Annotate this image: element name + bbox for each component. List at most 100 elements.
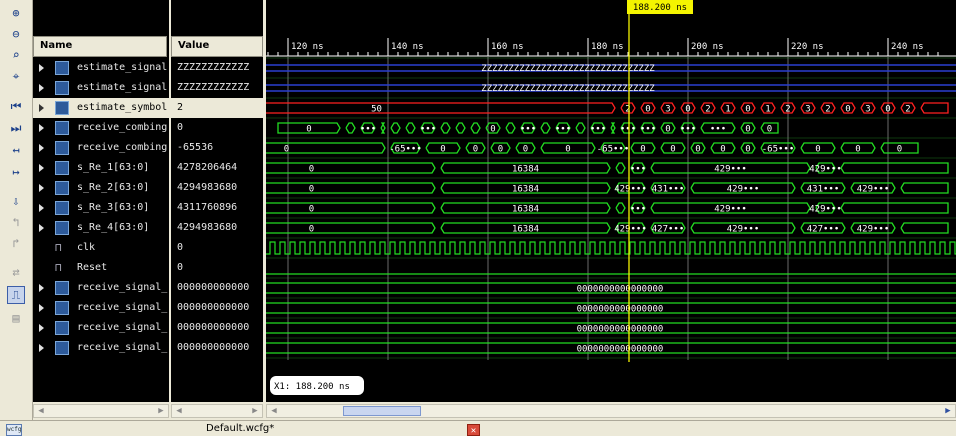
signal-row[interactable]: s_Re_2[63:0] (33, 178, 169, 198)
signal-value: 000000000000 (177, 342, 250, 353)
signal-row[interactable]: estimate_signal (33, 58, 169, 78)
expand-arrow-icon[interactable] (39, 324, 44, 332)
scroll-right-icon[interactable]: ▶ (249, 406, 261, 417)
signal-value: 4278206464 (177, 162, 238, 173)
expand-arrow-icon[interactable] (39, 304, 44, 312)
toolbar: ⊕ ⊖ ⌕ ⌖ ⏮ ⏭ ↤ ↦ ⇩ ↰ ↱ ⇄ ⎍ ▤ (0, 0, 33, 422)
signal-value-row[interactable]: 000000000000 (171, 318, 263, 338)
signal-value-row[interactable]: 4311760896 (171, 198, 263, 218)
bus-value-label: 0 (440, 145, 445, 155)
expand-arrow-icon[interactable] (39, 124, 44, 132)
signal-row[interactable]: ⊓ clk (33, 238, 169, 258)
swap-cursor-icon[interactable]: ⇄ (7, 263, 25, 281)
bus-value-label: 50 (371, 105, 382, 115)
bus-value-label: 0 (473, 145, 478, 155)
value-column-header[interactable]: Value (171, 36, 263, 57)
signal-name: Reset (77, 262, 108, 273)
go-to-end-icon[interactable]: ⏭ (7, 119, 25, 137)
close-tab-icon[interactable]: ✕ (467, 424, 480, 436)
signal-row[interactable]: receive_signal_ (33, 298, 169, 318)
zoom-fit-icon[interactable]: ⌕ (7, 46, 25, 64)
signal-row[interactable]: estimate_signal (33, 78, 169, 98)
signal-row[interactable]: s_Re_3[63:0] (33, 198, 169, 218)
signal-value-row[interactable]: 2 (171, 98, 263, 118)
signal-row[interactable]: receive_combing (33, 138, 169, 158)
signal-row[interactable]: s_Re_1[63:0] (33, 158, 169, 178)
signal-name: estimate_signal (77, 62, 168, 73)
value-scrollbar[interactable]: ◀ ▶ (171, 404, 263, 418)
floating-ruler-icon[interactable]: ▤ (7, 309, 25, 327)
signal-value: 0 (177, 262, 184, 273)
signal-value-row[interactable]: 000000000000 (171, 278, 263, 298)
expand-arrow-icon[interactable] (39, 284, 44, 292)
zoom-full-icon[interactable]: ⌖ (7, 67, 25, 85)
scroll-left-icon[interactable]: ◀ (268, 406, 280, 417)
scroll-right-icon[interactable]: ▶ (155, 406, 167, 417)
bit-icon: ⊓ (55, 261, 62, 274)
bus-segment (187, 222, 436, 234)
signal-value-row[interactable]: 0 (171, 258, 263, 278)
signal-value-row[interactable]: 000000000000 (171, 298, 263, 318)
signal-value-row[interactable]: 4278206464 (171, 158, 263, 178)
waveform-panel[interactable]: 120 ns 140 ns 160 ns 180 ns 200 ns 220 ns 240 … (137, 0, 956, 402)
scroll-left-icon[interactable]: ◀ (35, 406, 47, 417)
previous-marker-icon[interactable]: ↰ (7, 213, 25, 231)
waveform-scrollbar[interactable]: ◀ ▶ (266, 404, 956, 418)
zoom-in-icon[interactable]: ⊕ (7, 4, 25, 22)
scroll-left-icon[interactable]: ◀ (173, 406, 185, 417)
bus-value-label: -65••• (389, 145, 422, 155)
signal-name: estimate_symbol (77, 102, 168, 113)
bus-value-label: 0 (309, 225, 314, 235)
bus-value-label: 0 (640, 145, 645, 155)
bus-segment (380, 122, 386, 134)
signal-row[interactable]: receive_combing (33, 118, 169, 138)
signal-row[interactable]: s_Re_4[63:0] (33, 218, 169, 238)
add-marker-icon[interactable]: ⇩ (7, 192, 25, 210)
signal-row[interactable]: receive_signal_ (33, 278, 169, 298)
bus-segment (470, 122, 481, 134)
tab-title[interactable]: Default.wcfg* (206, 423, 274, 434)
signal-row[interactable]: receive_signal_ (33, 318, 169, 338)
signal-value-row[interactable]: ZZZZZZZZZZZZ (171, 58, 263, 78)
signal-value-row[interactable]: 000000000000 (171, 338, 263, 358)
signal-value-row[interactable]: -65536 (171, 138, 263, 158)
bus-value-label: 0 (665, 125, 670, 135)
signal-row[interactable]: estimate_symbol (33, 98, 169, 118)
bus-value-label: ••• (680, 125, 696, 135)
name-scrollbar[interactable]: ◀ ▶ (33, 404, 169, 418)
expand-arrow-icon[interactable] (39, 344, 44, 352)
bit-icon: ⊓ (55, 241, 62, 254)
bus-value-label: 0 (897, 145, 902, 155)
signal-row[interactable]: ⊓ Reset (33, 258, 169, 278)
signal-value: 000000000000 (177, 302, 250, 313)
scrollbar-thumb[interactable] (343, 406, 421, 416)
next-marker-icon[interactable]: ↱ (7, 234, 25, 252)
bus-value-label: 0 (645, 105, 650, 115)
expand-arrow-icon[interactable] (39, 224, 44, 232)
signal-value-row[interactable]: 4294983680 (171, 178, 263, 198)
scroll-right-icon[interactable]: ▶ (942, 406, 954, 417)
bus-value-label: -65••• (762, 145, 795, 155)
bus-value-label: 16384 (512, 205, 539, 215)
previous-transition-icon[interactable]: ↤ (7, 141, 25, 159)
expand-arrow-icon[interactable] (39, 184, 44, 192)
signal-row[interactable]: receive_signal_ (33, 338, 169, 358)
name-column-header[interactable]: Name (33, 36, 167, 57)
signal-value-row[interactable]: 0 (171, 238, 263, 258)
expand-arrow-icon[interactable] (39, 204, 44, 212)
zoom-out-icon[interactable]: ⊖ (7, 25, 25, 43)
next-transition-icon[interactable]: ↦ (7, 163, 25, 181)
expand-arrow-icon[interactable] (39, 144, 44, 152)
expand-arrow-icon[interactable] (39, 84, 44, 92)
expand-arrow-icon[interactable] (39, 64, 44, 72)
expand-arrow-icon[interactable] (39, 104, 44, 112)
snap-transition-icon[interactable]: ⎍ (7, 286, 25, 304)
signal-value-row[interactable]: ZZZZZZZZZZZZ (171, 78, 263, 98)
signal-value-row[interactable]: 4294983680 (171, 218, 263, 238)
signal-value: 4294983680 (177, 182, 238, 193)
waveform-canvas[interactable]: 120 ns 140 ns 160 ns 180 ns 200 ns 220 ns 240 … (137, 0, 956, 402)
bus-icon (55, 181, 69, 195)
signal-value-row[interactable]: 0 (171, 118, 263, 138)
go-to-start-icon[interactable]: ⏮ (7, 97, 25, 115)
expand-arrow-icon[interactable] (39, 164, 44, 172)
